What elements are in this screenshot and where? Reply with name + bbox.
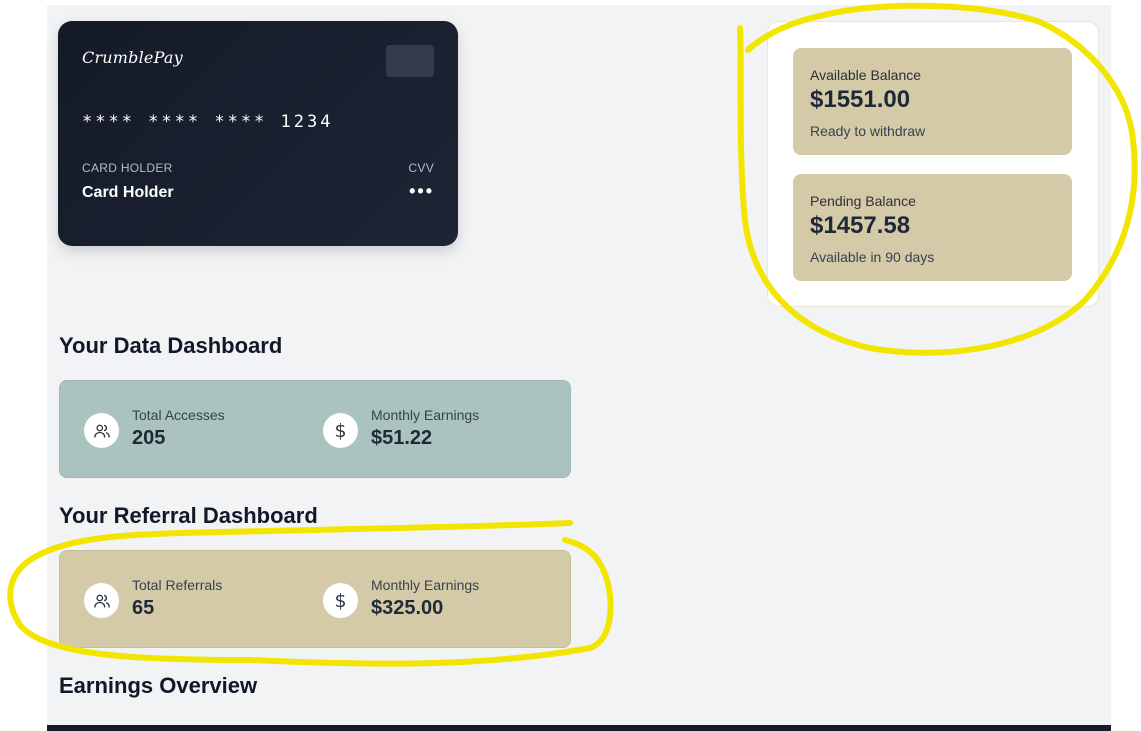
payment-card[interactable]: CrumblePay **** **** **** 1234 CARD HOLD… [58,21,458,246]
card-holder-label: CARD HOLDER [82,161,173,175]
card-cvv-label: CVV [408,161,434,175]
data-dashboard-panel: Total Accesses 205 $ Monthly Earnings $5… [59,380,571,478]
referral-monthly-earnings-label: Monthly Earnings [371,577,480,593]
pending-balance-note: Available in 90 days [810,249,935,265]
total-accesses-value: 205 [132,427,166,449]
balance-panel: Available Balance $1551.00 Ready to with… [767,21,1099,307]
pending-balance-title: Pending Balance [810,193,916,209]
referral-dashboard-title: Your Referral Dashboard [59,503,318,528]
dollar-icon: $ [323,413,358,448]
data-monthly-earnings-label: Monthly Earnings [371,407,480,423]
card-number: **** **** **** 1234 [82,112,334,132]
total-referrals-label: Total Referrals [132,577,223,593]
users-icon [84,413,119,448]
total-referrals-value: 65 [132,597,155,619]
data-monthly-earnings-value: $51.22 [371,427,433,449]
total-accesses-label: Total Accesses [132,407,225,423]
available-balance-amount: $1551.00 [810,86,911,113]
pending-balance-amount: $1457.58 [810,212,911,239]
data-dashboard-title: Your Data Dashboard [59,333,283,358]
card-chip-icon [386,45,434,77]
referral-monthly-earnings-value: $325.00 [371,597,444,619]
available-balance-title: Available Balance [810,67,922,83]
card-cvv-value: ••• [409,181,434,201]
available-balance-note: Ready to withdraw [810,123,926,139]
pending-balance-box: Pending Balance $1457.58 Available in 90… [793,174,1072,281]
users-icon [84,583,119,618]
card-holder-name: Card Holder [82,184,174,201]
available-balance-box: Available Balance $1551.00 Ready to with… [793,48,1072,155]
referral-dashboard-panel: Total Referrals 65 $ Monthly Earnings $3… [59,550,571,648]
earnings-overview-title: Earnings Overview [59,673,258,698]
dollar-icon: $ [323,583,358,618]
earnings-overview-bar [47,725,1111,731]
card-brand-logo: CrumblePay [82,48,183,67]
